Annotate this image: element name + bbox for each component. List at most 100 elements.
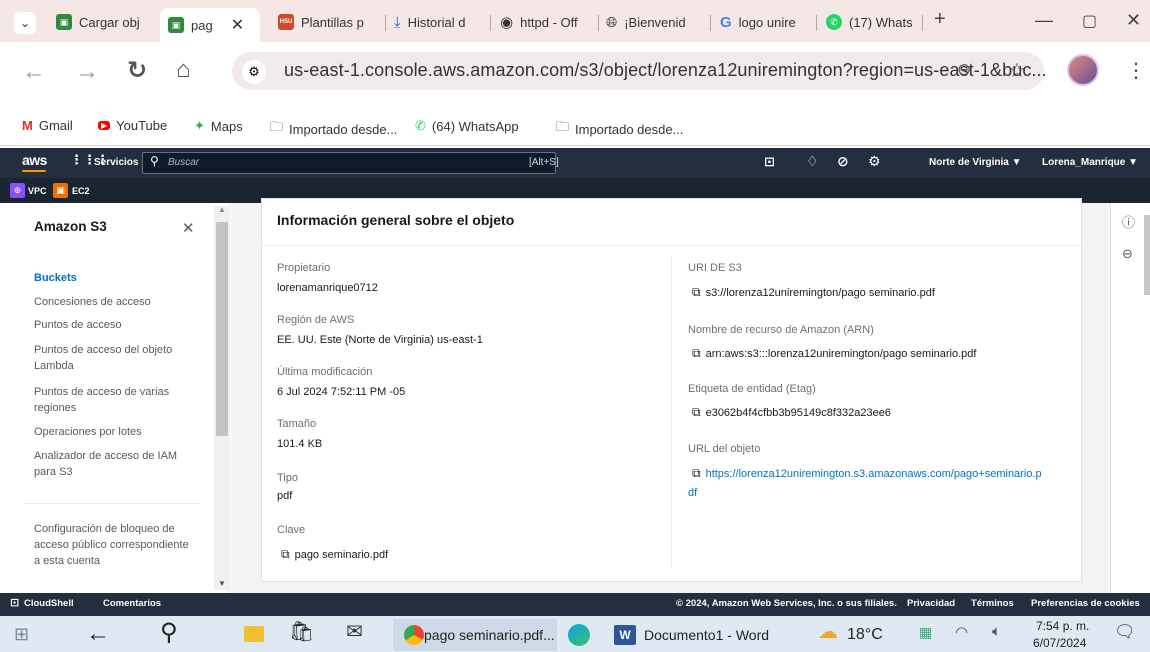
tab-bienvenido[interactable]: 🌐︎ ¡Bienvenid	[606, 8, 704, 36]
sidebar-item-puntos-acceso[interactable]: Puntos de acceso	[34, 317, 209, 333]
bookmark-folder-importado[interactable]: 🗀 Importado desde...	[270, 118, 397, 140]
url-text[interactable]: us-east-1.console.aws.amazon.com/s3/obje…	[284, 60, 1047, 81]
privacy-link[interactable]: Privacidad	[907, 598, 955, 609]
chrome-window-label: pago seminario.pdf...	[424, 627, 555, 643]
copy-icon[interactable]: ⧉	[692, 405, 701, 419]
edge-icon[interactable]	[568, 624, 590, 646]
bookmark-maps[interactable]: ✦ Maps	[194, 118, 243, 134]
tab-label: logo unire	[738, 14, 796, 30]
object-url-link[interactable]: ⧉ https://lorenza12uniremington.s3.amazon…	[692, 466, 1042, 481]
services-menu[interactable]: Servicios	[94, 157, 138, 168]
home-button[interactable]: ⌂	[176, 56, 191, 84]
clock-time[interactable]: 7:54 p. m.	[1036, 619, 1089, 633]
maximize-button[interactable]: ▢	[1082, 11, 1097, 31]
profile-avatar[interactable]	[1067, 54, 1099, 86]
tab-whatsapp[interactable]: ✆ (17) Whats	[826, 8, 918, 36]
tab-pago-active[interactable]: ▣ pag ✕	[160, 8, 260, 42]
temperature-text[interactable]: 18°C	[847, 626, 883, 644]
column-divider	[671, 256, 672, 568]
notifications-bell-icon[interactable]: ♢	[806, 153, 819, 170]
tab-cargar-objeto[interactable]: ▣ Cargar obj	[56, 8, 154, 36]
info-icon[interactable]: ⓘ	[1122, 212, 1135, 231]
sidebar-item-bloqueo-acceso[interactable]: Configuración de bloqueo de acceso públi…	[34, 521, 194, 569]
bookmark-gmail[interactable]: M Gmail	[22, 118, 73, 133]
cookie-preferences-link[interactable]: Preferencias de cookies	[1031, 598, 1140, 609]
feedback-link[interactable]: Comentarios	[103, 598, 161, 609]
tab-close-icon[interactable]: ✕	[231, 15, 244, 35]
favorite-vpc[interactable]: VPC	[28, 186, 47, 196]
taskbar-search-icon[interactable]: ⚲	[160, 618, 178, 647]
tab-plantillas[interactable]: HSU Plantillas p	[278, 8, 378, 36]
account-menu[interactable]: Lorena_Manrique ▼	[1042, 157, 1138, 168]
tab-label: Cargar obj	[79, 14, 140, 30]
owner-label: Propietario	[277, 262, 331, 274]
maps-icon: ✦	[194, 118, 205, 133]
speaker-icon[interactable]: 🔈︎	[992, 623, 1001, 640]
search-placeholder: Buscar	[168, 157, 200, 168]
sidebar-item-varias-regiones[interactable]: Puntos de acceso de varias regiones	[34, 384, 184, 416]
sidebar-item-buckets[interactable]: Buckets	[34, 270, 209, 286]
arn-value: ⧉ arn:aws:s3:::lorenza12uniremington/pago…	[692, 346, 977, 360]
sidebar-item-iam-analyzer[interactable]: Analizador de acceso de IAM para S3	[34, 448, 184, 480]
page-scrollbar-thumb[interactable]	[1144, 215, 1150, 295]
reload-button[interactable]: ↻	[127, 56, 147, 85]
start-grid-icon[interactable]: ⊞	[14, 624, 29, 645]
window-close-button[interactable]: ✕	[1126, 10, 1141, 31]
taskbar-back-icon[interactable]: ←	[86, 620, 110, 648]
mail-icon[interactable]: ✉	[346, 619, 363, 644]
cloudshell-icon[interactable]: ⊡	[764, 154, 775, 170]
wifi-icon[interactable]: ◠	[955, 623, 968, 641]
tab-label: httpd - Off	[520, 14, 578, 30]
tab-label: Plantillas p	[301, 14, 364, 30]
cloudshell-link[interactable]: CloudShell	[24, 598, 74, 609]
scroll-down-arrow-icon[interactable]: ▼	[218, 579, 226, 588]
tab-search-chevron-icon[interactable]: ⌄	[14, 12, 36, 34]
scroll-up-arrow-icon[interactable]: ▲	[218, 205, 226, 214]
sidebar-item-lambda[interactable]: Puntos de acceso del objeto Lambda	[34, 342, 189, 374]
tab-httpd[interactable]: ◉ httpd - Off	[500, 8, 592, 36]
store-bag-icon[interactable]: 🛍︎	[289, 619, 314, 644]
new-tab-button[interactable]: +	[934, 8, 946, 31]
bookmark-folder-importado-2[interactable]: 🗀 Importado desde...	[556, 118, 683, 140]
region-selector[interactable]: Norte de Virginia ▼	[929, 157, 1022, 168]
aws-logo[interactable]: aws	[22, 152, 47, 168]
file-explorer-icon[interactable]	[244, 626, 264, 642]
sidebar-close-icon[interactable]: ✕	[182, 219, 195, 237]
zoom-icon[interactable]: ⊖	[957, 60, 971, 80]
copy-icon[interactable]: ⧉	[692, 285, 701, 299]
copy-icon[interactable]: ⧉	[692, 346, 701, 360]
notification-center-icon[interactable]: 🗨︎	[1114, 622, 1136, 642]
whatsapp-icon: ✆	[826, 14, 842, 30]
help-icon[interactable]: ⊘	[837, 153, 849, 170]
key-label: Clave	[277, 524, 306, 536]
gmail-icon: M	[22, 118, 33, 133]
copy-icon[interactable]: ⧉	[692, 466, 701, 480]
word-window-label[interactable]: Documento1 - Word	[644, 627, 769, 643]
favorite-ec2[interactable]: EC2	[72, 186, 90, 196]
tray-app-icon[interactable]: ▦	[919, 624, 932, 641]
clock-date[interactable]: 6/07/2024	[1033, 636, 1086, 650]
sidebar-item-concesiones[interactable]: Concesiones de acceso	[34, 294, 209, 310]
tab-logo-uniremington[interactable]: G logo unire	[720, 8, 812, 36]
bookmark-star-icon[interactable]: ☆	[1008, 58, 1026, 83]
sidebar-item-operaciones-lotes[interactable]: Operaciones por lotes	[34, 424, 209, 440]
weather-icon[interactable]: ☁	[818, 619, 838, 644]
feedback-icon[interactable]: ⊖	[1122, 246, 1133, 262]
object-url-link-wrap[interactable]: df	[688, 487, 697, 499]
sidebar-scrollbar-thumb[interactable]	[216, 222, 228, 436]
back-button[interactable]: ←	[22, 58, 46, 86]
settings-gear-icon[interactable]: ⚙	[868, 153, 881, 170]
tab-historial[interactable]: ⤓ Historial d	[394, 8, 486, 36]
menu-kebab-icon[interactable]: ⋮	[1126, 58, 1146, 83]
site-settings-icon[interactable]: ⚙	[242, 60, 266, 84]
aws-search-input[interactable]	[142, 152, 556, 174]
terms-link[interactable]: Términos	[971, 598, 1014, 609]
minimize-button[interactable]: —	[1035, 10, 1053, 31]
bookmark-whatsapp[interactable]: ✆ (64) WhatsApp	[415, 118, 519, 134]
bookmark-youtube[interactable]: ▶ YouTube	[98, 118, 167, 133]
panel-title: Información general sobre el objeto	[277, 212, 515, 228]
copy-icon[interactable]: ⧉	[281, 547, 290, 561]
forward-button[interactable]: →	[75, 58, 99, 86]
type-value: pdf	[277, 490, 293, 502]
sidebar-title: Amazon S3	[34, 219, 107, 234]
